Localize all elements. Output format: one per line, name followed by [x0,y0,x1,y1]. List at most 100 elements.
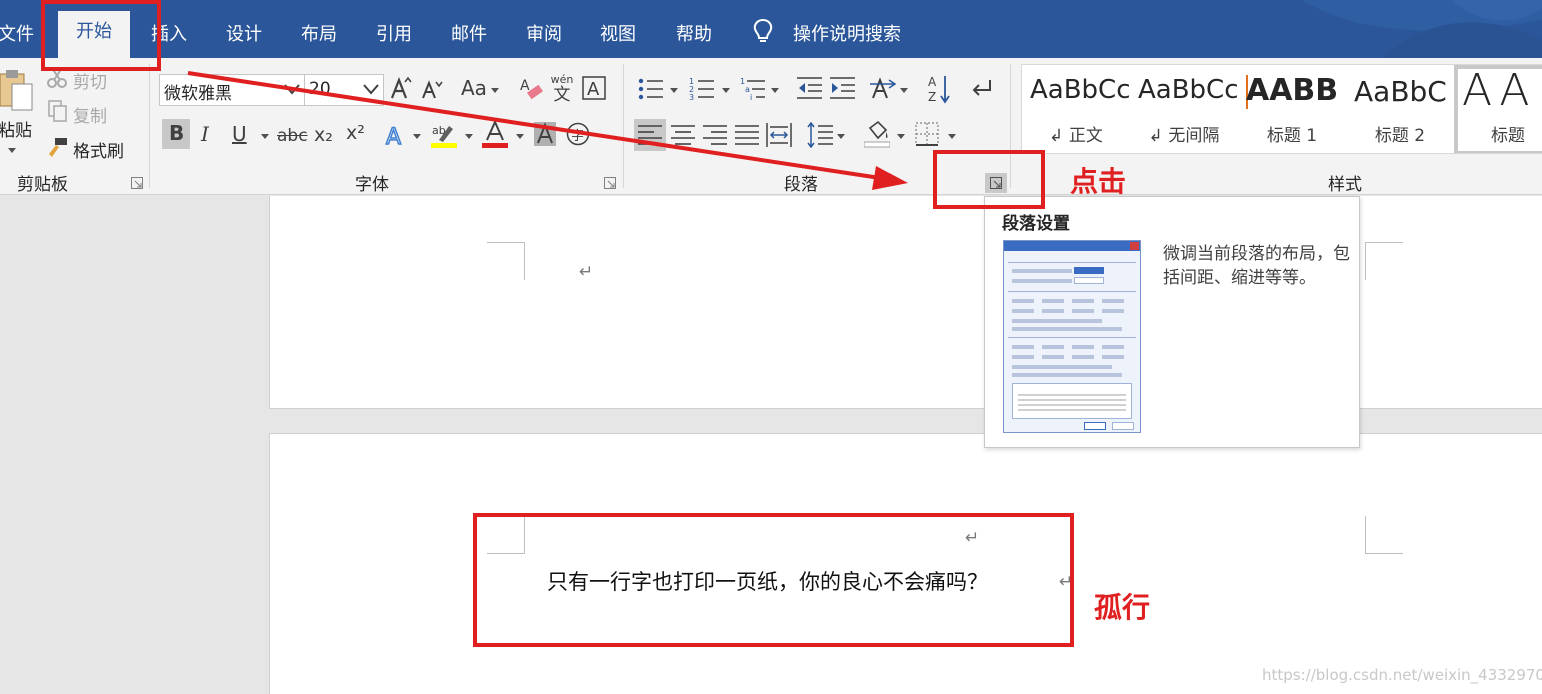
chevron-down-icon[interactable] [363,83,379,95]
svg-text:A: A [520,78,530,94]
increase-indent-icon[interactable] [830,76,856,100]
cut-off-text-line [580,196,980,200]
phonetic-char: 文 [553,85,571,105]
change-case-dropdown-icon[interactable] [491,88,499,94]
tab-layout[interactable]: 布局 [301,20,337,46]
paste-dropdown-icon[interactable] [8,148,16,154]
font-size-combobox[interactable]: 20 [304,74,384,106]
strikethrough-button[interactable]: abc [277,126,308,146]
margin-corner-mark [1365,242,1403,280]
italic-button[interactable]: I [201,122,209,146]
clear-formatting-icon[interactable]: A [520,76,544,102]
shrink-font-icon[interactable] [421,80,443,100]
format-painter-icon[interactable] [46,136,68,158]
decrease-indent-icon[interactable] [797,76,823,100]
font-color-icon[interactable] [482,120,508,148]
bullets-dropdown-icon[interactable] [670,88,678,94]
lightbulb-icon[interactable] [752,18,774,46]
justify-icon[interactable] [735,125,759,145]
clipboard-dialog-launcher-icon[interactable] [131,177,143,189]
distributed-icon[interactable] [766,123,792,147]
style-sample: AaBbC [1354,75,1447,108]
grow-font-icon[interactable] [390,76,412,100]
style-name: 标题 1 [1266,126,1318,146]
format-painter-button[interactable]: 格式刷 [73,137,124,162]
font-color-dropdown-icon[interactable] [516,134,524,140]
chinese-layout-icon[interactable] [869,76,897,102]
align-center-icon[interactable] [671,125,695,145]
text-effects-dropdown-icon[interactable] [413,134,421,140]
font-size-value: 20 [309,79,331,99]
chinese-layout-dropdown-icon[interactable] [900,88,908,94]
copy-button[interactable]: 复制 [73,102,107,127]
show-paragraph-marks-icon[interactable] [970,78,994,100]
style-normal[interactable]: AaBbCcDd ↲ 正文 [1022,65,1130,153]
character-border-icon[interactable]: A [582,76,606,100]
cut-button[interactable]: 剪切 [73,68,107,93]
orphan-line-highlight-box [473,513,1074,647]
highlight-dropdown-icon[interactable] [465,134,473,140]
bullets-icon[interactable] [638,78,664,100]
text-effects-icon[interactable]: A [384,122,408,148]
multilevel-list-icon[interactable]: 1ai [740,76,766,102]
scissors-icon[interactable] [46,68,68,88]
watermark: https://blog.csdn.net/weixin_43329700 [1262,666,1542,684]
paragraph-group-label: 段落 [784,175,818,195]
style-heading-2[interactable]: AaBbC 标题 2 [1346,65,1454,153]
borders-dropdown-icon[interactable] [948,134,956,140]
ribbon-tab-bar: 文件 开始 插入 设计 布局 引用 邮件 审阅 视图 帮助 操作说明搜索 [0,0,1542,58]
margin-corner-mark [1365,516,1403,554]
clipboard-group-label: 剪贴板 [17,175,68,195]
tooltip-title: 段落设置 [1002,214,1070,234]
bold-button[interactable]: B [162,119,190,149]
click-annotation-label: 点击 [1070,165,1127,198]
style-name: ↲ 正文 [1049,126,1103,146]
tab-references[interactable]: 引用 [376,20,412,46]
align-left-button[interactable] [634,119,666,151]
tab-mailings[interactable]: 邮件 [451,20,487,46]
svg-text:A: A [587,79,600,100]
launcher-highlight-box [933,150,1045,209]
paste-button[interactable]: 粘贴 [0,116,32,141]
font-name-value: 微软雅黑 [164,84,232,104]
styles-gallery: AaBbCcDd ↲ 正文 AaBbCcDd ↲ 无间隔 AABB 标题 1 A… [1021,64,1542,154]
borders-icon[interactable] [915,122,939,146]
svg-text:Z: Z [928,90,936,104]
underline-button[interactable]: U [232,122,247,146]
sort-icon[interactable]: AZ [928,74,950,104]
highlight-color-icon[interactable]: ab [431,120,457,148]
tab-review[interactable]: 审阅 [526,20,562,46]
svg-text:i: i [750,93,752,102]
superscript-button[interactable]: x² [346,122,365,144]
style-heading-1[interactable]: AABB 标题 1 [1238,65,1346,153]
paragraph-dialog-preview [1003,240,1141,433]
style-name: 标题 2 [1374,126,1426,146]
multilevel-dropdown-icon[interactable] [771,88,779,94]
tab-help[interactable]: 帮助 [676,20,712,46]
line-spacing-dropdown-icon[interactable] [837,134,845,140]
font-dialog-launcher-icon[interactable] [604,177,616,189]
line-spacing-icon[interactable] [806,122,834,148]
numbering-dropdown-icon[interactable] [722,88,730,94]
numbering-icon[interactable]: 123 [689,76,715,102]
tab-file[interactable]: 文件 [0,20,34,46]
character-shading-icon[interactable] [534,122,556,146]
align-right-icon[interactable] [703,125,727,145]
subscript-button[interactable]: x₂ [314,124,333,146]
bold-label: B [169,121,185,145]
font-name-combobox[interactable]: 微软雅黑 [159,74,305,106]
tab-view[interactable]: 视图 [600,20,636,46]
phonetic-guide-button[interactable]: wén 文 [550,74,574,105]
change-case-button[interactable]: Aa [461,76,487,100]
tab-design[interactable]: 设计 [226,20,262,46]
shading-dropdown-icon[interactable] [897,134,905,140]
shading-icon[interactable] [864,120,890,148]
copy-icon[interactable] [48,100,68,122]
style-no-spacing[interactable]: AaBbCcDd ↲ 无间隔 [1130,65,1238,153]
underline-dropdown-icon[interactable] [261,134,269,140]
paste-icon[interactable] [0,68,34,112]
enclose-characters-label: 字 [571,129,585,144]
tell-me-search[interactable]: 操作说明搜索 [793,20,901,46]
chevron-down-icon[interactable] [284,83,300,95]
style-title[interactable]: AA 标题 [1454,65,1542,153]
